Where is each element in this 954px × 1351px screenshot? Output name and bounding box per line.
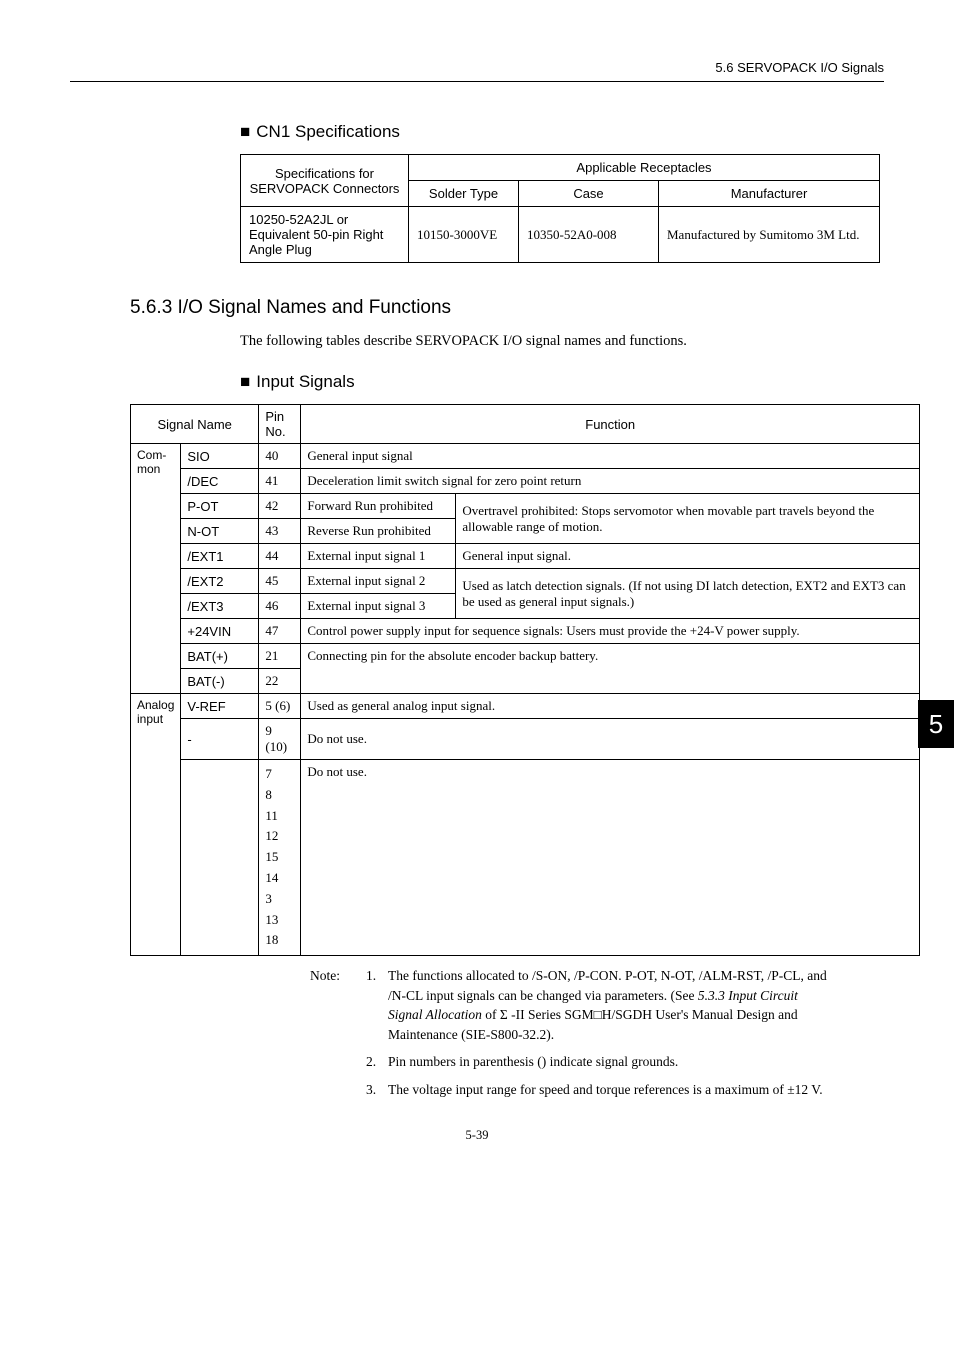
page-number: 5-39: [70, 1128, 884, 1143]
note-number: 1.: [366, 966, 388, 1044]
table-cell: +24VIN: [181, 619, 259, 644]
table-cell: 9 (10): [259, 719, 301, 760]
bullet-square-icon: ■: [240, 372, 250, 391]
table-cell: Forward Run prohibited: [301, 494, 456, 519]
table-cell: BAT(-): [181, 669, 259, 694]
table-cell: External input signal 2: [301, 569, 456, 594]
table-cell: /EXT1: [181, 544, 259, 569]
heading-input-signals-text: Input Signals: [256, 372, 354, 391]
table-cell: 42: [259, 494, 301, 519]
table-cell: 40: [259, 444, 301, 469]
bullet-square-icon: ■: [240, 122, 250, 141]
heading-cn1: ■ CN1 Specifications: [240, 122, 884, 142]
table-cell: Used as latch detection signals. (If not…: [456, 569, 920, 619]
table-cell: 21: [259, 644, 301, 669]
note-text: The voltage input range for speed and to…: [388, 1080, 830, 1100]
spec-cell: 10250-52A2JL or Equivalent 50-pin Right …: [241, 207, 409, 263]
spec-h-solder: Solder Type: [409, 181, 519, 207]
table-cell: SIO: [181, 444, 259, 469]
para-following: The following tables describe SERVOPACK …: [240, 333, 884, 350]
table-cell: 45: [259, 569, 301, 594]
note-text: Pin numbers in parenthesis () indicate s…: [388, 1052, 830, 1072]
table-cell: 41: [259, 469, 301, 494]
table-cell: Do not use.: [301, 719, 920, 760]
table-cell: External input signal 1: [301, 544, 456, 569]
note-number: 3.: [366, 1080, 388, 1100]
note-number: 2.: [366, 1052, 388, 1072]
io-table: Signal Name Pin No. Function Com-mon SIO…: [130, 404, 920, 956]
table-cell: 5 (6): [259, 694, 301, 719]
io-h-func: Function: [301, 405, 920, 444]
table-cell: Used as general analog input signal.: [301, 694, 920, 719]
table-cell: Deceleration limit switch signal for zer…: [301, 469, 920, 494]
table-cell: P-OT: [181, 494, 259, 519]
table-cell: /EXT3: [181, 594, 259, 619]
table-cell: Connecting pin for the absolute encoder …: [301, 644, 920, 694]
heading-input-signals: ■ Input Signals: [240, 372, 884, 392]
io-cat-common: Com-mon: [131, 444, 181, 694]
table-cell: 43: [259, 519, 301, 544]
table-cell: 47: [259, 619, 301, 644]
table-cell: /EXT2: [181, 569, 259, 594]
header-rule: [70, 81, 884, 82]
page-header-right: 5.6 SERVOPACK I/O Signals: [70, 60, 884, 75]
io-h-pin: Pin No.: [259, 405, 301, 444]
table-cell: /DEC: [181, 469, 259, 494]
io-cat-analog: Analog input: [131, 694, 181, 956]
table-cell: -: [181, 719, 259, 760]
spec-h-manuf: Manufacturer: [659, 181, 880, 207]
spec-h-applicable: Applicable Receptacles: [409, 155, 880, 181]
table-cell: General input signal.: [456, 544, 920, 569]
table-cell: 46: [259, 594, 301, 619]
table-cell: General input signal: [301, 444, 920, 469]
chapter-tab: 5: [918, 700, 954, 748]
table-cell: [181, 760, 259, 956]
table-cell: Reverse Run prohibited: [301, 519, 456, 544]
heading-563: 5.6.3 I/O Signal Names and Functions: [130, 297, 884, 319]
table-cell: Control power supply input for sequence …: [301, 619, 920, 644]
table-cell: External input signal 3: [301, 594, 456, 619]
table-cell: Overtravel prohibited: Stops servomotor …: [456, 494, 920, 544]
heading-cn1-text: CN1 Specifications: [256, 122, 400, 141]
table-cell: Do not use.: [301, 760, 920, 956]
note-lead: Note:: [310, 966, 366, 1044]
spec-table: Specifications for SERVOPACK Connectors …: [240, 154, 880, 263]
table-cell: BAT(+): [181, 644, 259, 669]
note-text: The functions allocated to /S-ON, /P-CON…: [388, 966, 830, 1044]
table-cell: 22: [259, 669, 301, 694]
spec-cell: Manufactured by Sumitomo 3M Ltd.: [659, 207, 880, 263]
table-cell: N-OT: [181, 519, 259, 544]
spec-h-case: Case: [519, 181, 659, 207]
table-cell: 44: [259, 544, 301, 569]
spec-cell: 10350-52A0-008: [519, 207, 659, 263]
io-h-signal: Signal Name: [131, 405, 259, 444]
table-cell: 7 8 11 12 15 14 3 13 18: [259, 760, 301, 956]
spec-cell: 10150-3000VE: [409, 207, 519, 263]
spec-h-connectors: Specifications for SERVOPACK Connectors: [241, 155, 409, 207]
table-cell: V-REF: [181, 694, 259, 719]
notes: Note: 1. The functions allocated to /S-O…: [310, 966, 830, 1099]
